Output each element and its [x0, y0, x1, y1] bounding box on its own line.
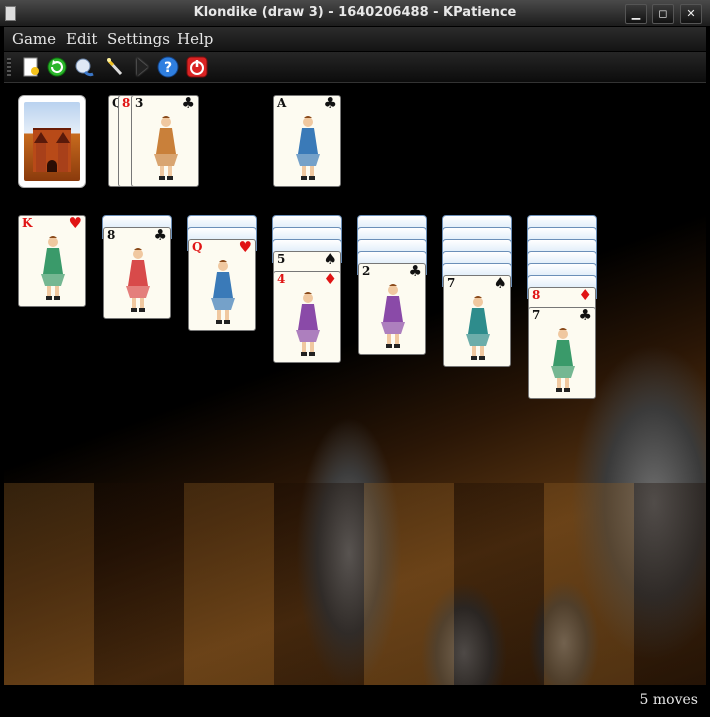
foundation-card[interactable]: A ♣: [273, 95, 341, 187]
menu-game[interactable]: Game: [12, 30, 56, 48]
card-rank: 7: [532, 308, 541, 322]
card-figure-illustration: [211, 260, 235, 324]
card-rank: A: [277, 96, 287, 110]
spades-suit-icon: ♠: [493, 275, 507, 292]
card-figure-illustration: [154, 116, 178, 180]
card-figure-illustration: [551, 328, 575, 392]
status-bar: 5 moves: [0, 686, 710, 717]
card-figure-illustration: [466, 296, 490, 360]
stock-pile[interactable]: [18, 95, 86, 188]
card-figure-illustration: [296, 116, 320, 180]
svg-text:?: ?: [164, 60, 172, 76]
stock-card-back: [24, 102, 80, 181]
new-game-icon[interactable]: [20, 56, 42, 78]
card-rank: K: [22, 216, 33, 230]
menu-settings[interactable]: Settings: [107, 30, 170, 48]
help-icon[interactable]: ?: [157, 56, 179, 78]
quit-icon[interactable]: [186, 56, 208, 78]
minimize-button[interactable]: ▁: [625, 4, 647, 24]
spades-suit-icon: ♠: [323, 251, 337, 268]
hearts-suit-icon: ♥: [238, 239, 252, 256]
title-bar: Klondike (draw 3) - 1640206488 - KPatien…: [0, 0, 710, 27]
card-figure-illustration: [126, 248, 150, 312]
diamonds-suit-icon: ♦: [323, 271, 337, 288]
demo-play-icon[interactable]: [132, 56, 154, 78]
game-board[interactable]: Q♣8♥3♣A♣K♥8♣Q♥5♠4♦2♣7♠8♦7♣: [4, 83, 706, 685]
hearts-suit-icon: ♥: [68, 215, 82, 232]
card-rank: 4: [277, 272, 286, 286]
tableau-card[interactable]: K ♥: [18, 215, 86, 307]
clubs-suit-icon: ♣: [323, 95, 337, 112]
menu-help[interactable]: Help: [177, 30, 213, 48]
waste-card[interactable]: 3 ♣: [131, 95, 199, 187]
maximize-button[interactable]: ◻: [652, 4, 674, 24]
card-rank: 7: [447, 276, 456, 290]
clubs-suit-icon: ♣: [578, 307, 592, 324]
toolbar-grip[interactable]: [7, 58, 11, 76]
clubs-suit-icon: ♣: [153, 227, 167, 244]
card-rank: 8: [107, 228, 116, 242]
card-rank: 5: [277, 252, 286, 266]
restart-icon[interactable]: [46, 56, 68, 78]
magic-wand-icon[interactable]: [104, 56, 126, 78]
hint-icon[interactable]: [74, 56, 96, 78]
menu-bar: Game Edit Settings Help: [4, 27, 706, 51]
card-rank: 8: [532, 288, 541, 302]
clubs-suit-icon: ♣: [181, 95, 195, 112]
card-rank: 8: [122, 96, 131, 110]
tableau-card[interactable]: 7 ♣: [528, 307, 596, 399]
tableau-card[interactable]: 4 ♦: [273, 271, 341, 363]
window-title: Klondike (draw 3) - 1640206488 - KPatien…: [193, 5, 517, 20]
card-rank: 3: [135, 96, 144, 110]
tableau-card[interactable]: 7 ♠: [443, 275, 511, 367]
card-rank: 2: [362, 264, 371, 278]
diamonds-suit-icon: ♦: [578, 287, 592, 304]
card-figure-illustration: [381, 284, 405, 348]
close-button[interactable]: ✕: [680, 4, 702, 24]
card-rank: Q: [192, 240, 203, 254]
clubs-suit-icon: ♣: [408, 263, 422, 280]
tableau-card[interactable]: 8 ♣: [103, 227, 171, 319]
menu-edit[interactable]: Edit: [66, 30, 97, 48]
card-figure-illustration: [41, 236, 65, 300]
toolbar: ?: [4, 52, 706, 83]
background-chessboard: [4, 483, 706, 685]
tableau-card[interactable]: 2 ♣: [358, 263, 426, 355]
move-counter: 5 moves: [639, 692, 698, 708]
card-figure-illustration: [296, 292, 320, 356]
tableau-card[interactable]: Q ♥: [188, 239, 256, 331]
